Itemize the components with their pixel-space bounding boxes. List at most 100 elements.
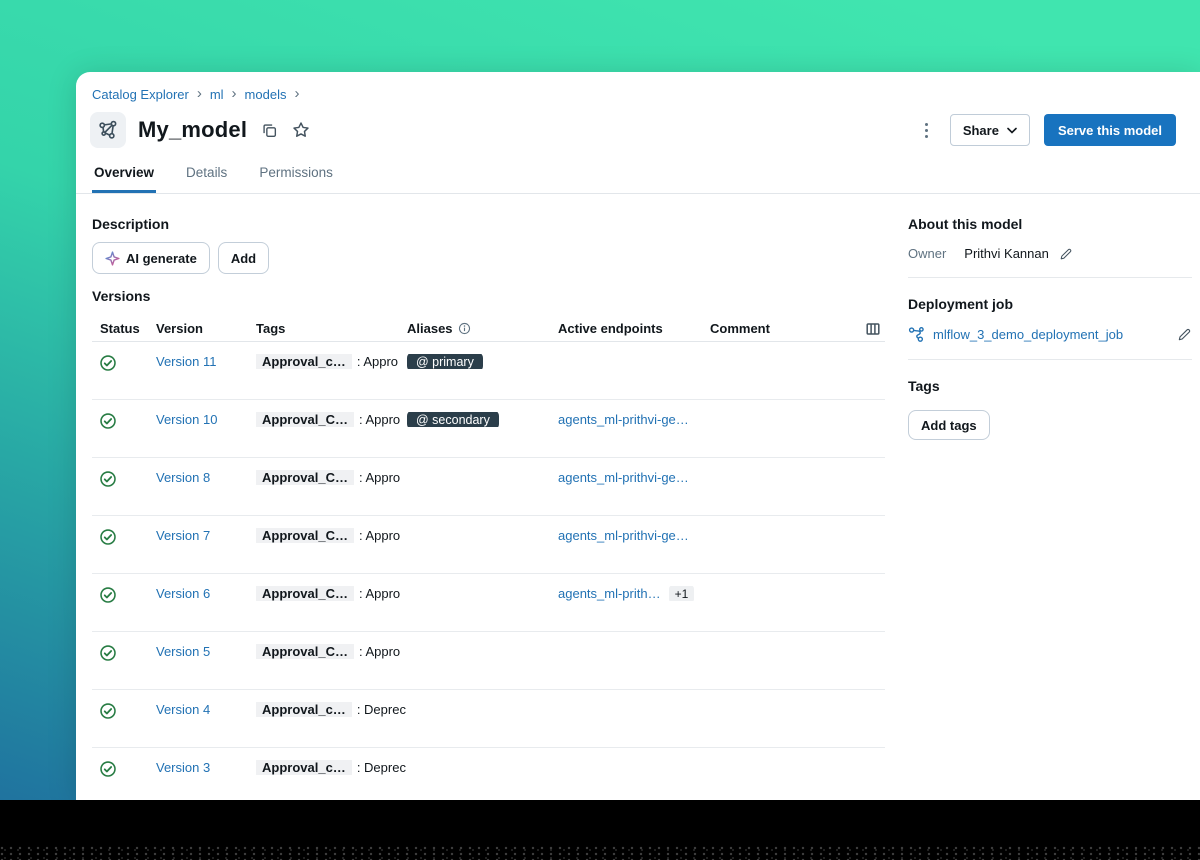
header-actions: Share Serve this model bbox=[917, 114, 1184, 146]
aliases-header-label: Aliases bbox=[407, 321, 453, 336]
tag-pill[interactable]: Approval_c… bbox=[256, 354, 352, 369]
tag-pill[interactable]: Approval_c… bbox=[256, 760, 352, 775]
catalog-explorer-window: Catalog Explorer › ml › models › My_mode… bbox=[76, 72, 1200, 800]
column-settings-icon[interactable] bbox=[865, 321, 881, 337]
sidebar: About this model Owner Prithvi Kannan De… bbox=[908, 194, 1192, 440]
tag-value: : Deprec bbox=[357, 760, 406, 775]
main-column: Description AI generate Add Versions Sta bbox=[76, 194, 885, 800]
version-link[interactable]: Version 10 bbox=[156, 412, 217, 427]
page-title: My_model bbox=[138, 117, 247, 143]
endpoint-more-badge[interactable]: +1 bbox=[669, 586, 695, 601]
breadcrumb-models[interactable]: models bbox=[245, 87, 287, 102]
noise-edge bbox=[0, 846, 1200, 860]
breadcrumb-separator-icon: › bbox=[294, 86, 299, 101]
version-link[interactable]: Version 7 bbox=[156, 528, 210, 543]
status-ready-icon bbox=[99, 418, 117, 433]
add-tags-button[interactable]: Add tags bbox=[908, 410, 990, 440]
version-link[interactable]: Version 3 bbox=[156, 760, 210, 775]
tag-pill[interactable]: Approval_C… bbox=[256, 412, 354, 427]
column-header-tags: Tags bbox=[256, 321, 407, 336]
copy-name-icon[interactable] bbox=[261, 122, 278, 139]
owner-value: Prithvi Kannan bbox=[964, 246, 1049, 261]
divider bbox=[908, 359, 1192, 360]
tab-overview[interactable]: Overview bbox=[92, 156, 156, 193]
info-icon[interactable] bbox=[458, 322, 471, 335]
edit-owner-pencil-icon[interactable] bbox=[1059, 247, 1073, 261]
tab-permissions[interactable]: Permissions bbox=[257, 156, 335, 193]
version-row: Version 4 Approval_c…: Deprec bbox=[92, 690, 885, 748]
ai-generate-button[interactable]: AI generate bbox=[92, 242, 210, 274]
add-description-button[interactable]: Add bbox=[218, 242, 269, 274]
column-header-aliases: Aliases bbox=[407, 321, 558, 336]
tag-value: : Appro bbox=[359, 528, 400, 543]
tag-pill[interactable]: Approval_C… bbox=[256, 586, 354, 601]
column-header-version: Version bbox=[156, 321, 256, 336]
version-link[interactable]: Version 4 bbox=[156, 702, 210, 717]
favorite-star-icon[interactable] bbox=[292, 121, 310, 139]
edit-deployment-job-pencil-icon[interactable] bbox=[1177, 327, 1192, 342]
workflow-job-icon bbox=[908, 326, 925, 343]
tag-value: : Appro bbox=[359, 412, 400, 427]
status-ready-icon bbox=[99, 708, 117, 723]
more-actions-button[interactable] bbox=[917, 117, 936, 144]
version-row: Version 10 Approval_C… : Appro @ secondar… bbox=[92, 400, 885, 458]
version-row: Version 3 Approval_c… : Deprec bbox=[92, 748, 885, 800]
column-header-comment: Comment bbox=[710, 321, 840, 336]
breadcrumb-ml[interactable]: ml bbox=[210, 87, 224, 102]
tag-pill[interactable]: Approval_C… bbox=[256, 528, 354, 543]
tag-pill[interactable]: Approval_C… bbox=[256, 644, 354, 659]
version-row: Version 11 Approval_c… : Appro @ primary bbox=[92, 342, 885, 400]
tag-value: : Appro bbox=[359, 644, 400, 659]
breadcrumb-separator-icon: › bbox=[197, 86, 202, 101]
versions-table-header: Status Version Tags Aliases Active endpo… bbox=[92, 316, 885, 342]
version-link[interactable]: Version 5 bbox=[156, 644, 210, 659]
deployment-job-row: mlflow_3_demo_deployment_job bbox=[908, 326, 1192, 343]
version-row: Version 6 Approval_C… : Appro agents_ml-p… bbox=[92, 574, 885, 632]
about-heading: About this model bbox=[908, 216, 1192, 232]
tab-bar: Overview Details Permissions bbox=[76, 156, 1200, 194]
status-ready-icon bbox=[99, 766, 117, 781]
share-button-label: Share bbox=[963, 123, 999, 138]
owner-row: Owner Prithvi Kannan bbox=[908, 246, 1192, 261]
endpoint-link[interactable]: agents_ml-prith… bbox=[558, 586, 661, 601]
description-actions: AI generate Add bbox=[92, 242, 885, 274]
status-ready-icon bbox=[99, 360, 117, 375]
alias-pill[interactable]: @ secondary bbox=[407, 412, 499, 427]
page-content: Description AI generate Add Versions Sta bbox=[76, 194, 1200, 800]
column-header-status: Status bbox=[92, 321, 156, 336]
alias-pill[interactable]: @ primary bbox=[407, 354, 483, 369]
tab-details[interactable]: Details bbox=[184, 156, 229, 193]
tag-value: : Appro bbox=[359, 470, 400, 485]
tag-value: : Appro bbox=[357, 354, 398, 369]
model-icon bbox=[90, 112, 126, 148]
deployment-job-link[interactable]: mlflow_3_demo_deployment_job bbox=[933, 327, 1159, 342]
deployment-job-heading: Deployment job bbox=[908, 296, 1192, 312]
version-link[interactable]: Version 11 bbox=[156, 354, 216, 369]
divider bbox=[908, 277, 1192, 278]
version-link[interactable]: Version 6 bbox=[156, 586, 210, 601]
serve-this-model-button[interactable]: Serve this model bbox=[1044, 114, 1176, 146]
version-row: Version 5 Approval_C… : Appro bbox=[92, 632, 885, 690]
version-link[interactable]: Version 8 bbox=[156, 470, 210, 485]
tag-value: : Appro bbox=[359, 586, 400, 601]
endpoint-link[interactable]: agents_ml-prithvi-ge… bbox=[558, 528, 689, 543]
breadcrumb-separator-icon: › bbox=[232, 86, 237, 101]
versions-table: Status Version Tags Aliases Active endpo… bbox=[92, 316, 885, 800]
chevron-down-icon bbox=[1007, 127, 1017, 134]
tag-pill[interactable]: Approval_C… bbox=[256, 470, 354, 485]
breadcrumb-catalog-explorer[interactable]: Catalog Explorer bbox=[92, 87, 189, 102]
title-row: My_model Share Serve this model bbox=[76, 102, 1200, 148]
endpoint-link[interactable]: agents_ml-prithvi-ge… bbox=[558, 470, 689, 485]
status-ready-icon bbox=[99, 592, 117, 607]
status-ready-icon bbox=[99, 476, 117, 491]
ai-sparkle-icon bbox=[105, 251, 120, 266]
ai-generate-label: AI generate bbox=[126, 251, 197, 266]
endpoint-link[interactable]: agents_ml-prithvi-ge… bbox=[558, 412, 689, 427]
description-heading: Description bbox=[92, 216, 885, 232]
version-row: Version 8 Approval_C… : Appro agents_ml-p… bbox=[92, 458, 885, 516]
tags-heading: Tags bbox=[908, 378, 1192, 394]
status-ready-icon bbox=[99, 534, 117, 549]
breadcrumb: Catalog Explorer › ml › models › bbox=[76, 72, 1200, 102]
share-button[interactable]: Share bbox=[950, 114, 1030, 146]
tag-pill[interactable]: Approval_c… bbox=[256, 702, 352, 717]
